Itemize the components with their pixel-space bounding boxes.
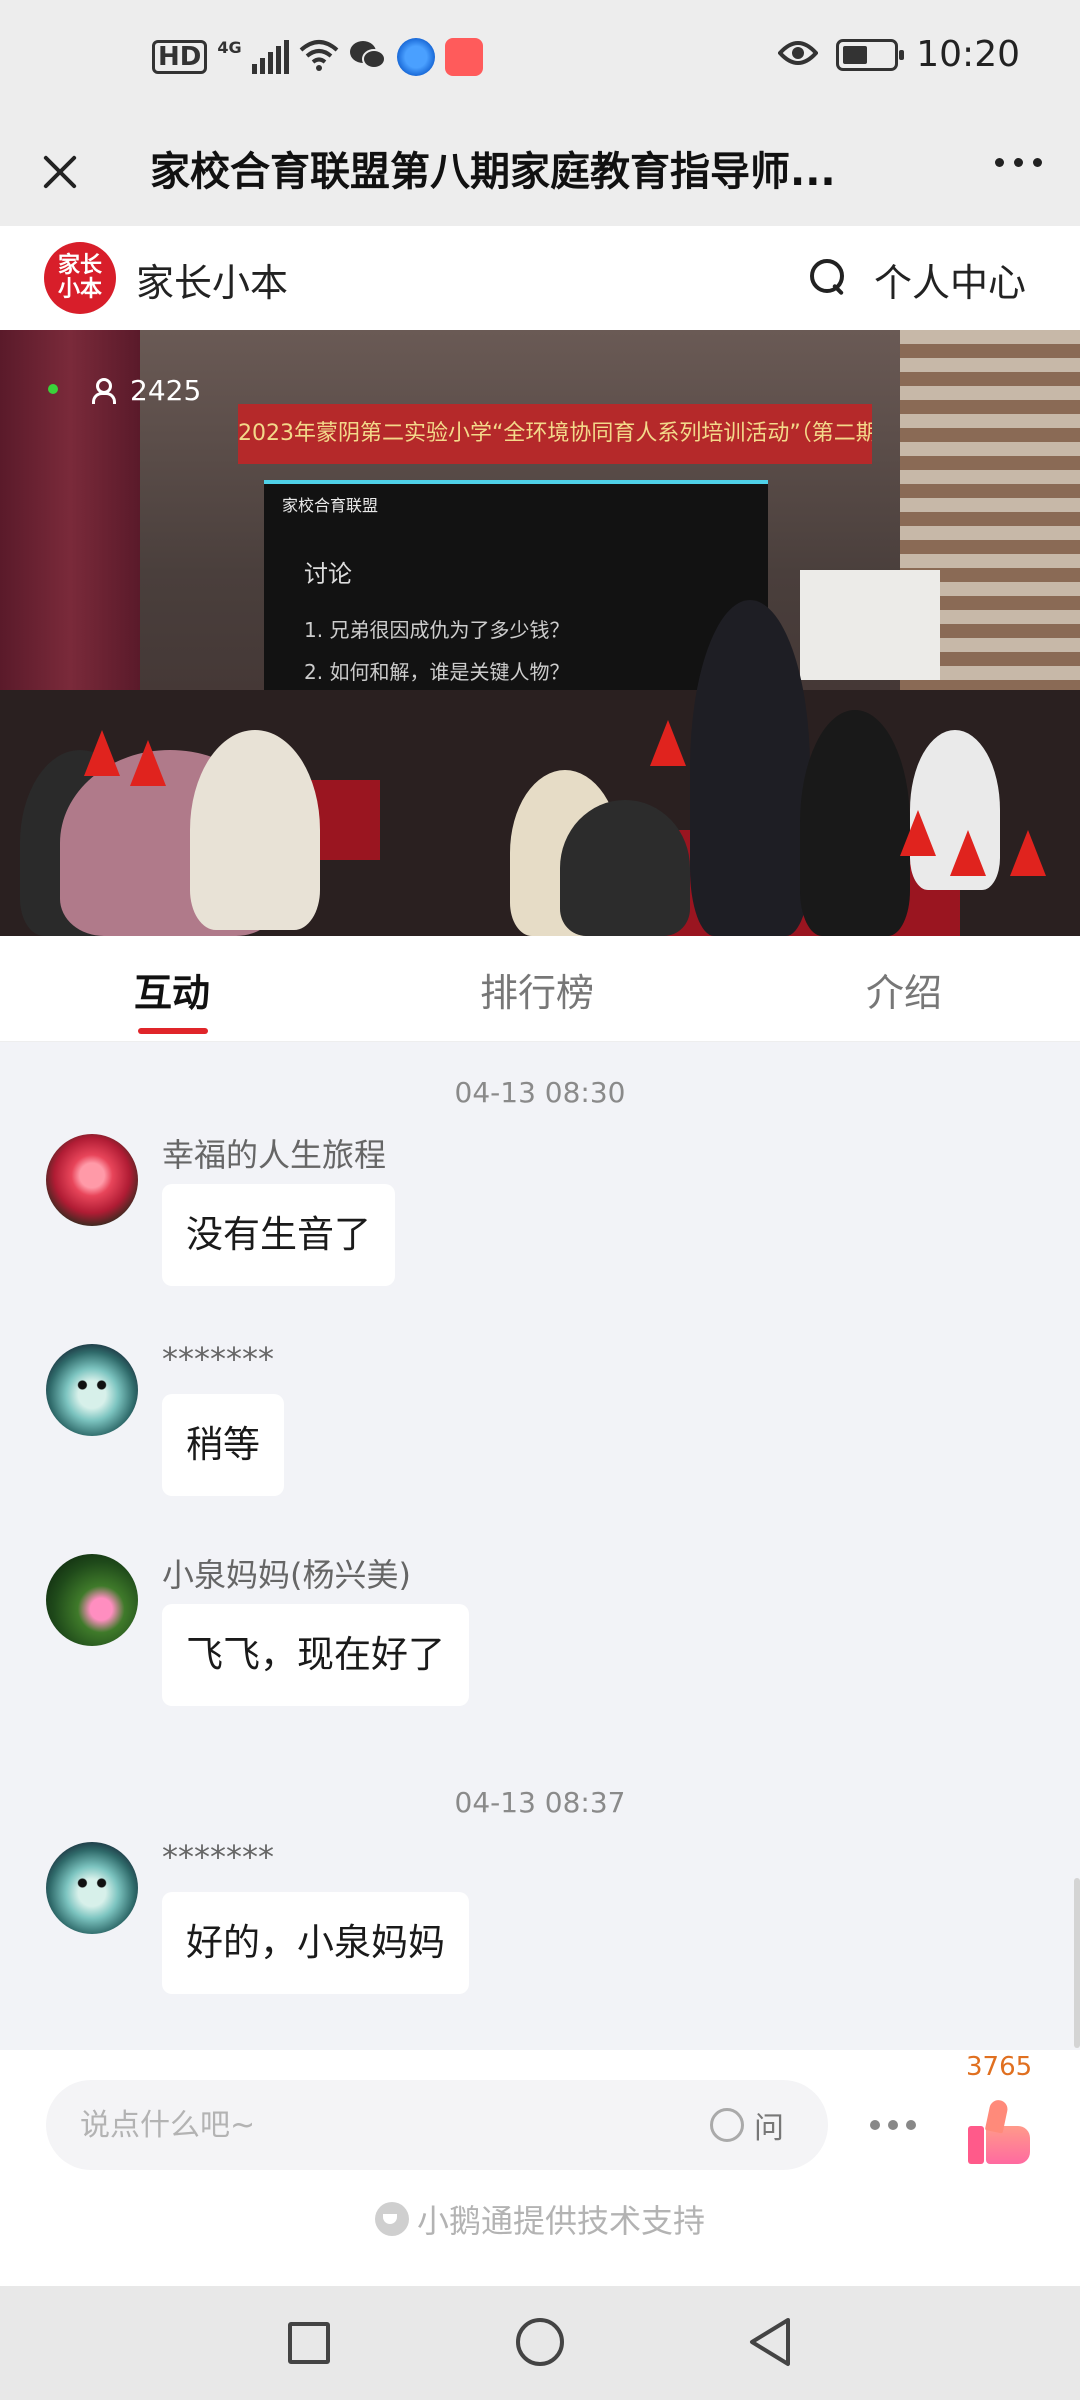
- video-scene-flag: [84, 730, 120, 776]
- search-icon[interactable]: [810, 259, 846, 295]
- chat-username: *******: [162, 1340, 274, 1378]
- video-scene-flag: [950, 830, 986, 876]
- screen-header: 家校合育联盟: [282, 496, 379, 515]
- wechat-icon: [349, 38, 387, 76]
- video-scene-person: [690, 600, 810, 936]
- lotus-avatar[interactable]: [46, 1554, 138, 1646]
- ask-radio-icon[interactable]: [710, 2108, 744, 2142]
- tab-leaderboard[interactable]: 排行榜: [480, 962, 594, 1017]
- chat-bubble: 稍等: [162, 1394, 284, 1496]
- chat-timestamp: 04-13 08:30: [454, 1076, 626, 1109]
- viewer-count: 2425: [92, 370, 201, 410]
- comment-input[interactable]: [80, 2096, 720, 2154]
- personal-center-link[interactable]: 个人中心: [874, 252, 1026, 307]
- hd-badge: HD: [152, 40, 208, 74]
- like-count: 3765: [966, 2052, 1033, 2082]
- flower-avatar[interactable]: [46, 1134, 138, 1226]
- battery-icon: [836, 38, 905, 71]
- close-icon[interactable]: [28, 140, 92, 204]
- status-bar: HD 4G 10:20: [0, 0, 1080, 118]
- clock: 10:20: [916, 34, 1020, 75]
- chat-username: 小泉妈妈(杨兴美): [162, 1556, 411, 1594]
- chat-bubble: 没有生音了: [162, 1184, 395, 1286]
- brand-name[interactable]: 家长小本: [136, 252, 288, 307]
- signal-icon: [251, 40, 289, 74]
- users-icon: [92, 376, 122, 404]
- video-scene-person: [800, 710, 910, 936]
- video-scene-person: [190, 730, 320, 930]
- live-video-player[interactable]: 2023年蒙阴第二实验小学“全环境协同育人系列培训活动”（第二期） 家校合育联盟…: [0, 330, 1080, 936]
- title-bar: 家校合育联盟第八期家庭教育指导师...: [0, 118, 1080, 226]
- comment-input-wrapper: 问: [46, 2080, 828, 2170]
- recent-apps-icon[interactable]: [288, 2322, 330, 2364]
- screen-line-1: 1. 兄弟很因成仇为了多少钱？: [304, 618, 570, 642]
- ask-question-toggle[interactable]: 问: [710, 2100, 784, 2150]
- tab-intro[interactable]: 介绍: [866, 962, 942, 1017]
- chat-timestamp: 04-13 08:37: [454, 1786, 626, 1819]
- screen-line-2: 2. 如何和解，谁是关键人物？: [304, 660, 570, 684]
- status-left: HD 4G: [152, 38, 483, 76]
- chat-username: 幸福的人生旅程: [162, 1136, 387, 1174]
- screen-title: 讨论: [304, 560, 352, 588]
- xiaoe-logo-icon: [374, 2202, 409, 2236]
- viewer-count-value: 2425: [130, 373, 202, 407]
- video-scene-flag: [1010, 830, 1046, 876]
- brand-logo[interactable]: 家长 小本: [44, 242, 116, 314]
- video-scene-whiteboard: [800, 570, 940, 680]
- home-icon[interactable]: [516, 2318, 564, 2366]
- chat-username: *******: [162, 1838, 274, 1876]
- comment-input-bar: 问 3765 小鹅通提供技术支持: [0, 2050, 1080, 2286]
- chat-scrollbar[interactable]: [1074, 1878, 1080, 2048]
- page-title: 家校合育联盟第八期家庭教育指导师...: [150, 149, 836, 195]
- system-nav-bar: [0, 2286, 1080, 2400]
- eye-icon: [777, 38, 819, 72]
- dragon-avatar[interactable]: [46, 1344, 138, 1436]
- thumbs-up-icon[interactable]: [966, 2098, 1032, 2166]
- ask-label: 问: [754, 2111, 784, 2146]
- brand-bar: 家长 小本 家长小本 个人中心: [0, 226, 1080, 330]
- tab-interact[interactable]: 互动: [134, 962, 210, 1017]
- tab-bar: 互动 排行榜 介绍: [0, 936, 1080, 1042]
- tech-support-note: 小鹅通提供技术支持: [0, 2196, 1080, 2242]
- live-indicator-dot: [48, 384, 58, 394]
- more-options-icon[interactable]: [870, 2120, 916, 2130]
- shopping-bag-icon: [444, 38, 483, 76]
- more-menu-icon[interactable]: [995, 158, 1042, 167]
- video-scene-person: [560, 800, 690, 936]
- network-type: 4G: [217, 37, 242, 57]
- chat-list[interactable]: 04-13 08:30 幸福的人生旅程 没有生音了 ******* 稍等 小泉妈…: [0, 1042, 1080, 2050]
- dragon-avatar[interactable]: [46, 1842, 138, 1934]
- active-tab-indicator: [138, 1028, 208, 1034]
- video-scene-flag: [900, 810, 936, 856]
- video-scene-flag: [650, 720, 686, 766]
- tech-support-text: 小鹅通提供技术支持: [416, 2202, 705, 2240]
- video-banner: 2023年蒙阴第二实验小学“全环境协同育人系列培训活动”（第二期）: [238, 404, 872, 464]
- back-icon[interactable]: [746, 2316, 794, 2368]
- browser-icon: [396, 38, 435, 76]
- chat-bubble: 好的，小泉妈妈: [162, 1892, 469, 1994]
- video-scene-flag: [130, 740, 166, 786]
- wifi-icon: [299, 38, 339, 76]
- chat-bubble: 飞飞，现在好了: [162, 1604, 469, 1706]
- status-right: 10:20: [777, 34, 1020, 75]
